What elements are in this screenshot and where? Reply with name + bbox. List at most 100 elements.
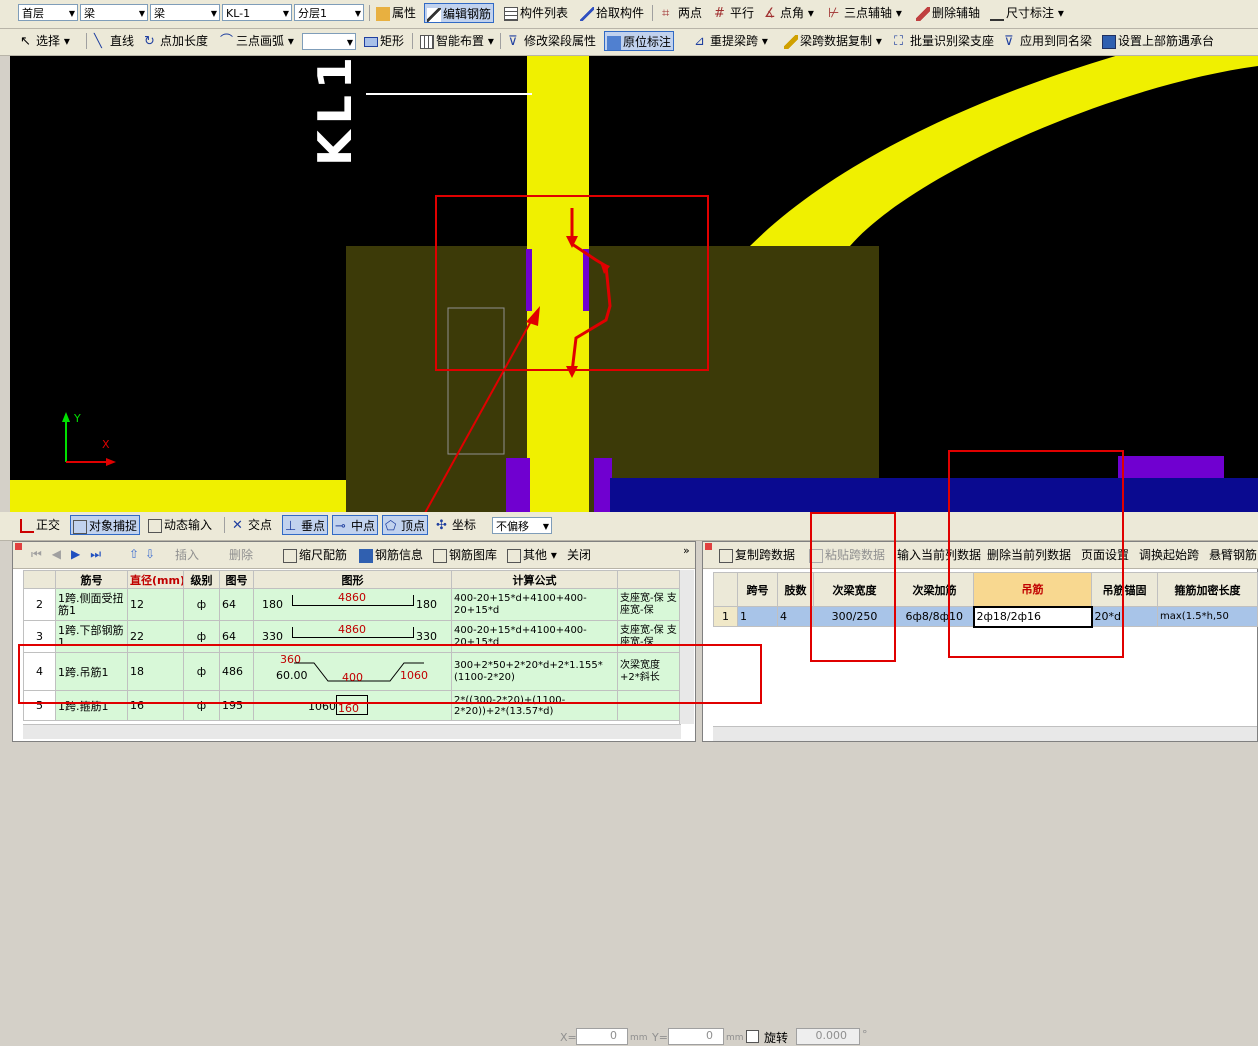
midpoint-snap[interactable]: ⊸ 中点 <box>332 515 379 535</box>
intersection-snap[interactable]: ✕ 交点 <box>230 515 274 535</box>
offset-mode-select[interactable]: 不偏移 ▼ <box>492 517 552 534</box>
pick-component-button[interactable]: 拾取构件 <box>578 3 646 23</box>
layer-select[interactable]: 分层1 ▼ <box>294 4 364 21</box>
apply-same-name-button[interactable]: ⊽ 应用到同名梁 <box>1002 31 1094 51</box>
move-buttons[interactable]: ⇧⇩ <box>129 547 161 561</box>
smart-layout-button[interactable]: 智能布置 ▾ <box>418 31 496 51</box>
axis-icon: ⊬ <box>828 5 840 21</box>
drawing-canvas[interactable]: KL1 Y X <box>10 56 1258 512</box>
x-input[interactable]: 0 <box>576 1028 628 1045</box>
arc-icon: ⌒ <box>220 33 234 49</box>
dynamic-input-icon <box>148 518 162 533</box>
component-name-select[interactable]: KL-1 ▼ <box>222 4 292 21</box>
in-situ-label-button[interactable]: 原位标注 <box>604 31 675 51</box>
insert-button[interactable]: 插入 <box>173 545 201 565</box>
y-label: Y= <box>652 1031 668 1044</box>
canvas-svg <box>10 56 1258 512</box>
x-unit: mm <box>630 1033 648 1043</box>
select-button[interactable]: ↖ 选择 ▾ <box>18 31 72 51</box>
rectangle-icon <box>364 36 378 47</box>
close-button[interactable]: 关闭 <box>565 545 593 565</box>
perpendicular-snap[interactable]: ⊥ 垂点 <box>282 515 329 535</box>
point-angle-button[interactable]: ∡ 点角 ▾ <box>762 3 816 23</box>
copy-span-data-button[interactable]: 梁跨数据复制 ▾ <box>782 31 884 51</box>
y-input[interactable]: 0 <box>668 1028 724 1045</box>
expand-icon[interactable]: » <box>683 544 690 557</box>
component-subtype-select[interactable]: 梁 ▼ <box>150 4 220 21</box>
yellow-strip <box>10 480 346 512</box>
delete-axis-button[interactable]: 删除辅轴 <box>914 3 982 23</box>
axis-x-label: X <box>102 438 110 451</box>
axis-y-label: Y <box>74 412 81 425</box>
dropper-icon <box>580 6 594 21</box>
modify-beam-span-button[interactable]: ⊽ 修改梁段属性 <box>506 31 598 51</box>
curved-beam <box>750 56 1258 246</box>
properties-icon <box>376 6 390 21</box>
set-top-rebar-button[interactable]: 设置上部筋遇承台 <box>1100 31 1216 51</box>
beam-attr-icon: ⊽ <box>508 33 518 49</box>
perpendicular-icon: ⊥ <box>285 518 297 534</box>
vertex-snap[interactable]: ⬠ 顶点 <box>382 515 429 535</box>
other-button[interactable]: 其他 ▾ <box>505 545 559 565</box>
point-length-icon: ↻ <box>144 33 155 49</box>
dimension-button[interactable]: 尺寸标注 ▾ <box>988 3 1066 23</box>
eraser-icon <box>916 6 930 21</box>
coordinate-snap[interactable]: ✣ 坐标 <box>434 515 478 535</box>
span-table-hscroll[interactable] <box>713 726 1257 741</box>
parallel-button[interactable]: # 平行 <box>712 3 756 23</box>
label-icon <box>607 35 621 50</box>
component-list-button[interactable]: 构件列表 <box>502 3 570 23</box>
delete-button[interactable]: 删除 <box>227 545 255 565</box>
blue-beam <box>610 478 1258 512</box>
batch-identify-button[interactable]: ⛶ 批量识别梁支座 <box>892 31 996 51</box>
close-icon[interactable] <box>705 543 712 550</box>
other-icon <box>507 548 521 563</box>
arc-mode-select[interactable]: ▼ <box>302 33 356 50</box>
rotate-input[interactable]: 0.000 <box>796 1028 860 1045</box>
two-points-button[interactable]: ⌗ 两点 <box>660 3 704 23</box>
line-button[interactable]: ╲ 直线 <box>92 31 136 51</box>
three-point-axis-button[interactable]: ⊬ 三点辅轴 ▾ <box>826 3 904 23</box>
properties-button[interactable]: 属性 <box>374 3 418 23</box>
x-label: X= <box>560 1031 577 1044</box>
rotate-label: 旋转 <box>764 1031 789 1045</box>
object-snap-toggle[interactable]: 对象捕捉 <box>70 515 141 535</box>
edit-rebar-button[interactable]: 编辑钢筋 <box>424 3 495 23</box>
table-header: 筋号 直径(mm) 级别 图号 图形 计算公式 <box>23 570 682 589</box>
repick-icon: ⊿ <box>694 33 705 49</box>
degree-label: ° <box>862 1028 868 1041</box>
cantilever-rebar-button[interactable]: 悬臂钢筋 <box>1207 545 1258 565</box>
highlight-box-table-row <box>18 644 762 704</box>
list-icon <box>504 6 518 21</box>
copy-span-button[interactable]: 复制跨数据 <box>717 545 797 565</box>
rebar-info-button[interactable]: 钢筋信息 <box>357 545 425 565</box>
component-type-select[interactable]: 梁 ▼ <box>80 4 148 21</box>
close-icon[interactable] <box>15 543 22 550</box>
support-marker <box>506 458 530 512</box>
swap-start-span-button[interactable]: 调换起始跨 <box>1137 545 1201 565</box>
rebar-shape: 180 4860 180 <box>253 588 452 621</box>
three-point-arc-button[interactable]: ⌒ 三点画弧 ▾ <box>218 31 296 51</box>
smart-layout-icon <box>420 34 434 49</box>
point-length-button[interactable]: ↻ 点加长度 <box>142 31 210 51</box>
dynamic-input-toggle[interactable]: 动态输入 <box>146 515 214 535</box>
scale-rebar-button[interactable]: 缩尺配筋 <box>281 545 349 565</box>
rectangle-button[interactable]: 矩形 <box>362 31 406 51</box>
repick-span-button[interactable]: ⊿ 重提梁跨 ▾ <box>692 31 770 51</box>
rotate-checkbox[interactable] <box>746 1030 759 1043</box>
pencil-icon <box>427 7 441 22</box>
rebar-library-button[interactable]: 钢筋图库 <box>431 545 499 565</box>
highlight-box-width-column <box>810 512 896 662</box>
library-icon <box>433 548 447 563</box>
main-toolbar: 首层 ▼ 梁 ▼ 梁 ▼ KL-1 ▼ 分层1 ▼ 属性 编辑钢筋 构件列表 拾取构件 ⌗… <box>0 0 1258 29</box>
floor-select[interactable]: 首层 ▼ <box>18 4 78 21</box>
ortho-toggle[interactable]: 正交 <box>18 515 62 535</box>
table-row[interactable]: 2 1跨.侧面受扭筋1 12 ф 64 180 4860 180 400-20+… <box>23 588 682 621</box>
support-marker <box>583 249 589 311</box>
nav-buttons[interactable]: ⏮◀▶⏭ <box>31 547 111 562</box>
secondary-beam <box>527 56 589 512</box>
highlight-box-hanger-column <box>948 450 1124 658</box>
dimension-icon <box>990 7 1004 21</box>
support-marker <box>594 458 612 512</box>
rebar-table-hscroll[interactable] <box>23 724 681 739</box>
